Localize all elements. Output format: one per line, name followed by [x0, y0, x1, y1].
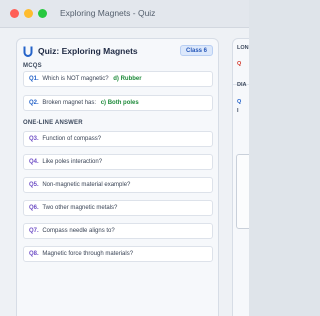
- question-card-q7[interactable]: Q7. Compass needle aligns to?: [23, 223, 213, 239]
- question-card-q8[interactable]: Q8. Magnetic force through materials?: [23, 246, 213, 262]
- close-window-button[interactable]: [10, 9, 19, 18]
- class-badge: Class 6: [179, 45, 213, 56]
- question-text: Non-magnetic material example?: [42, 182, 131, 188]
- question-card-q3[interactable]: Q3. Function of compass?: [23, 131, 213, 147]
- section-label-mcqs: MCQS: [23, 63, 42, 69]
- section-label-one-line: ONE-LINE ANSWER: [23, 120, 83, 126]
- question-answer: d) Rubber: [113, 76, 142, 82]
- question-number: Q8.: [29, 251, 39, 257]
- question-number: Q1.: [29, 76, 39, 82]
- question-card-q5[interactable]: Q5. Non-magnetic material example?: [23, 177, 213, 193]
- question-text: Broken magnet has:: [42, 100, 97, 106]
- title-bar: Exploring Magnets - Quiz: [0, 0, 249, 28]
- question-text: Function of compass?: [42, 136, 102, 142]
- minimize-window-button[interactable]: [24, 9, 33, 18]
- question-number: Q2.: [29, 100, 39, 106]
- quiz-title: Quiz: Exploring Magnets: [38, 46, 138, 56]
- question-number: Q5.: [29, 182, 39, 188]
- question-text: Like poles interaction?: [42, 159, 103, 165]
- diagram-heading: DIA: [237, 82, 247, 88]
- question-number: Q7.: [29, 228, 39, 234]
- question-number: Q: [237, 99, 242, 105]
- quiz-header: Quiz: Exploring Magnets Class 6: [23, 45, 213, 59]
- answers-panel: LON Q DIA Q I: [232, 38, 249, 316]
- question-number: Q6.: [29, 205, 39, 211]
- question-number: Q: [237, 61, 242, 67]
- magnet-icon: [23, 46, 33, 57]
- question-card-q4[interactable]: Q4. Like poles interaction?: [23, 154, 213, 170]
- question-text: Compass needle aligns to?: [42, 228, 115, 234]
- question-text: Two other magnetic metals?: [42, 205, 118, 211]
- window-title: Exploring Magnets - Quiz: [60, 8, 156, 18]
- quiz-panel: Quiz: Exploring Magnets Class 6 MCQS Q1.…: [16, 38, 219, 316]
- long-answer-heading: LON: [237, 45, 249, 51]
- question-card-q6[interactable]: Q6. Two other magnetic metals?: [23, 200, 213, 216]
- app-window: Exploring Magnets - Quiz Quiz: Exploring…: [0, 0, 249, 316]
- diagram-box[interactable]: [236, 154, 249, 229]
- question-text: Magnetic force through materials?: [42, 251, 134, 257]
- maximize-window-button[interactable]: [38, 9, 47, 18]
- question-card-q2[interactable]: Q2. Broken magnet has: c) Both poles: [23, 95, 213, 111]
- question-number: Q4.: [29, 159, 39, 165]
- question-text: Which is NOT magnetic?: [42, 76, 109, 82]
- question-text: I: [237, 108, 239, 114]
- question-answer: c) Both poles: [100, 100, 139, 106]
- question-number: Q3.: [29, 136, 39, 142]
- question-card-q1[interactable]: Q1. Which is NOT magnetic? d) Rubber: [23, 71, 213, 87]
